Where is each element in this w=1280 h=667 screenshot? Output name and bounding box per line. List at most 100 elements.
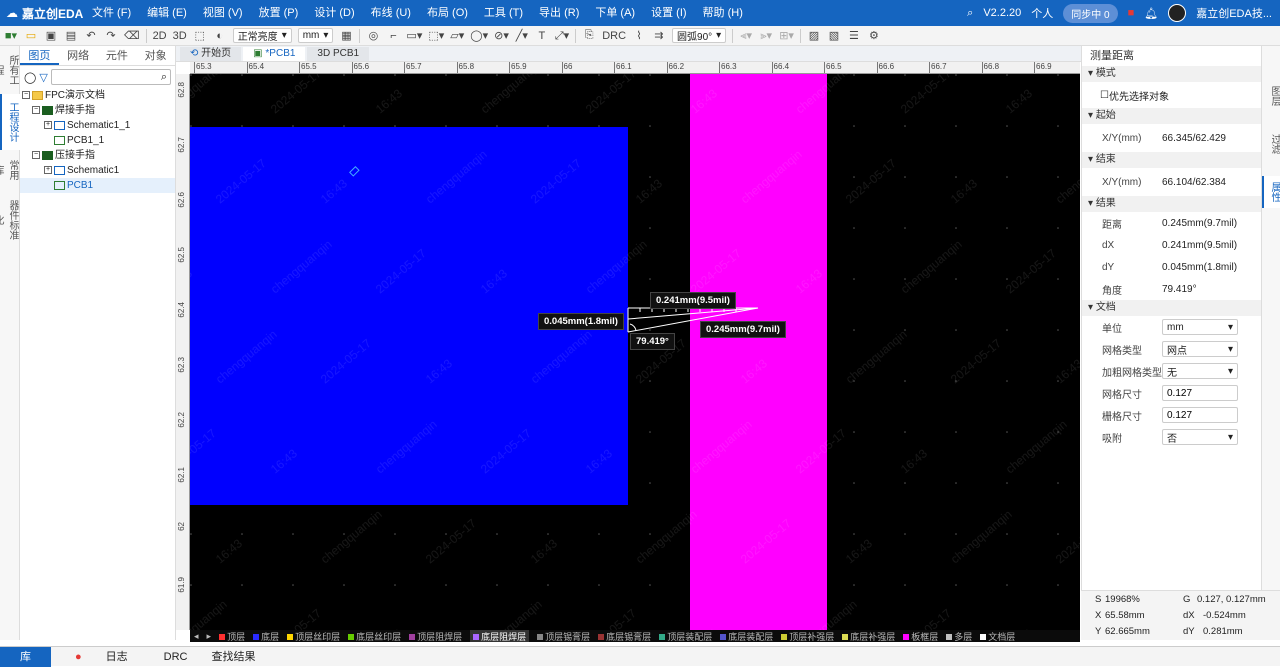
expand-icon[interactable]: − <box>22 91 30 100</box>
align-icon[interactable]: ⫷▾ <box>739 28 753 44</box>
undo-icon[interactable]: ↶ <box>84 28 98 44</box>
menu-export[interactable]: 导出 (R) <box>531 0 587 26</box>
tab-components[interactable]: 元件 <box>98 46 137 65</box>
text-icon[interactable]: T <box>535 28 549 44</box>
prefer-select-checkbox[interactable]: ☐ <box>1082 90 1109 101</box>
settings-gear-icon[interactable]: ⚙ <box>867 28 881 44</box>
layer-item[interactable]: 顶层阻焊层 <box>409 630 462 642</box>
tree-item[interactable]: − 压接手指 <box>20 148 175 163</box>
flag-icon[interactable]: ■ <box>1128 7 1135 19</box>
layer-item[interactable]: 板框层 <box>903 630 938 642</box>
menu-help[interactable]: 帮助 (H) <box>695 0 751 26</box>
tab-pages[interactable]: 图页 <box>20 46 59 65</box>
tab-properties[interactable]: 属性 <box>1262 176 1280 208</box>
save-all-icon[interactable]: ▤ <box>64 28 78 44</box>
avatar[interactable] <box>1168 4 1187 22</box>
filter-icon[interactable]: ▽ <box>39 71 47 84</box>
locate-icon[interactable]: ◯ <box>24 71 36 84</box>
tree-item[interactable]: − 焊接手指 <box>20 103 175 118</box>
tab-pcb1[interactable]: ▣ *PCB1 <box>243 47 306 61</box>
layer-item[interactable]: 顶层装配层 <box>659 630 712 642</box>
layer-item[interactable]: 顶层补强层 <box>781 630 834 642</box>
account-dropdown[interactable]: 个人 <box>1031 5 1053 21</box>
component-icon[interactable]: ▭▾ <box>406 28 422 44</box>
layer-scroll-left-icon[interactable]: ◂ <box>194 631 199 642</box>
layer-item[interactable]: 多层 <box>946 630 972 642</box>
tab-start-page[interactable]: ⟲ 开始页 <box>180 47 242 61</box>
tree-item[interactable]: + Schematic1_1 <box>20 118 175 133</box>
layer-item[interactable]: 底层丝印层 <box>348 630 401 642</box>
grid-size-input[interactable] <box>1162 385 1238 401</box>
arrange-icon[interactable]: ⊞▾ <box>779 28 794 44</box>
line-icon[interactable]: ╱▾ <box>515 28 529 44</box>
gerber-icon[interactable]: ▧ <box>827 28 841 44</box>
search-input[interactable]: ⌕ <box>50 69 171 85</box>
grid-icon[interactable]: ▦ <box>339 28 353 44</box>
tab-library[interactable]: 库 <box>0 646 51 667</box>
expand-icon[interactable]: + <box>44 166 52 175</box>
via-icon[interactable]: ◎ <box>366 28 380 44</box>
layer-item[interactable]: 底层锡膏层 <box>598 630 651 642</box>
section-document[interactable]: ▾ 文档 <box>1082 300 1261 316</box>
menu-file[interactable]: 文件 (F) <box>84 0 139 26</box>
tab-device-standard[interactable]: 器件标准化 <box>0 190 20 250</box>
tree-item[interactable]: + Schematic1 <box>20 163 175 178</box>
snap-size-input[interactable] <box>1162 407 1238 423</box>
menu-edit[interactable]: 编辑 (E) <box>139 0 195 26</box>
tab-3d-pcb1[interactable]: 3D PCB1 <box>307 47 370 61</box>
save-icon[interactable]: ▣ <box>44 28 58 44</box>
pcb-drawing[interactable]: chengquanqin2024-05-1716:43chengquanqin2… <box>190 74 1080 630</box>
tab-log[interactable]: ● 日志 <box>51 647 152 667</box>
menu-design[interactable]: 设计 (D) <box>306 0 362 26</box>
menu-tools[interactable]: 工具 (T) <box>476 0 531 26</box>
menu-order[interactable]: 下单 (A) <box>587 0 643 26</box>
tab-project-design[interactable]: 工程设计 <box>0 94 20 150</box>
search-icon[interactable]: ⌕ <box>967 7 973 20</box>
section-result[interactable]: ▾ 结果 <box>1082 196 1261 212</box>
delete-icon[interactable]: ⌫ <box>124 28 140 44</box>
no-entry-icon[interactable]: ⊘▾ <box>494 28 509 44</box>
menu-route[interactable]: 布线 (U) <box>363 0 419 26</box>
bom-icon[interactable]: ☰ <box>847 28 861 44</box>
snap-select[interactable]: 否 ▾ <box>1162 429 1238 445</box>
tab-nets[interactable]: 网络 <box>59 46 98 65</box>
menu-place[interactable]: 放置 (P) <box>251 0 307 26</box>
pcb-canvas[interactable]: chengquanqin2024-05-1716:43chengquanqin2… <box>190 74 1080 630</box>
polygon-icon[interactable]: ▱▾ <box>450 28 464 44</box>
tab-find-results[interactable]: 查找结果 <box>200 647 268 667</box>
tab-drc[interactable]: DRC <box>152 647 200 667</box>
section-mode[interactable]: ▾ 模式 <box>1082 66 1261 82</box>
grid-type-select[interactable]: 网点 ▾ <box>1162 341 1238 357</box>
tab-common-library[interactable]: 常用库 <box>0 150 20 190</box>
arc-mode-select[interactable]: 圆弧90° ▾ <box>672 28 727 43</box>
route-icon[interactable]: ⌐ <box>386 28 400 44</box>
layer-item[interactable]: 顶层 <box>219 630 245 642</box>
app-logo[interactable]: ☁ 嘉立创EDA <box>0 5 84 22</box>
tree-item[interactable]: PCB1_1 <box>20 133 175 148</box>
bell-icon[interactable]: 🔔︎ <box>1144 7 1158 20</box>
layer-item[interactable]: 顶层锡膏层 <box>537 630 590 642</box>
diff-pair-icon[interactable]: ⇉ <box>652 28 666 44</box>
section-start[interactable]: ▾ 起始 <box>1082 108 1261 124</box>
drc-button[interactable]: DRC <box>602 28 626 44</box>
distribute-icon[interactable]: ⫸▾ <box>759 28 773 44</box>
tab-objects[interactable]: 对象 <box>136 46 175 65</box>
tree-item[interactable]: PCB1 <box>20 178 175 193</box>
tab-all-projects[interactable]: 所有工程 <box>0 46 20 94</box>
layer-item-active[interactable]: 底层阻焊层 <box>470 630 530 642</box>
brightness-select[interactable]: 正常亮度 ▾ <box>232 28 292 43</box>
tree-item[interactable]: − FPC演示文档 <box>20 88 175 103</box>
layer-item[interactable]: 底层装配层 <box>720 630 773 642</box>
expand-icon[interactable]: + <box>44 121 52 130</box>
layer-item[interactable]: 文档层 <box>980 630 1015 642</box>
expand-icon[interactable]: − <box>32 106 40 115</box>
unit-select[interactable]: mm ▾ <box>297 28 334 43</box>
menu-view[interactable]: 视图 (V) <box>195 0 251 26</box>
image-icon[interactable]: ▨ <box>807 28 821 44</box>
region-icon[interactable]: ⬚▾ <box>428 28 444 44</box>
import-icon[interactable]: ⎘ <box>582 28 596 44</box>
layer-item[interactable]: 顶层丝印层 <box>287 630 340 642</box>
unit-select[interactable]: mm ▾ <box>1162 319 1238 335</box>
ellipse-icon[interactable]: ◯▾ <box>470 28 488 44</box>
view-2d-button[interactable]: 2D <box>153 28 167 44</box>
